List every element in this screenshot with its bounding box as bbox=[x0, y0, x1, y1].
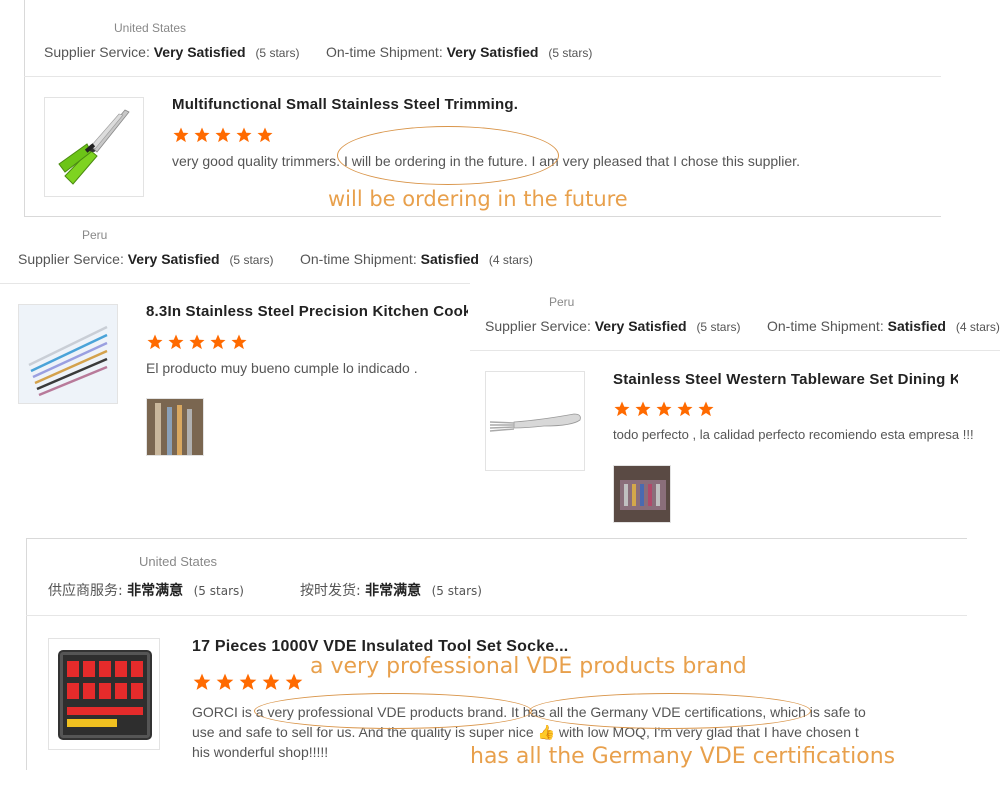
reviewer-country: Peru bbox=[82, 228, 108, 242]
supplier-service-value: Very Satisfied bbox=[594, 318, 687, 334]
supplier-service-value: Very Satisfied bbox=[127, 251, 220, 267]
card-border-bottom bbox=[24, 216, 941, 217]
star-icon bbox=[216, 673, 234, 690]
star-icon bbox=[262, 673, 280, 690]
star-icon bbox=[194, 127, 210, 143]
trimmer-product-image[interactable] bbox=[44, 97, 144, 197]
star-icon bbox=[257, 127, 273, 143]
star-icon bbox=[147, 334, 163, 350]
review-photo[interactable] bbox=[613, 465, 671, 523]
product-title[interactable]: Multifunctional Small Stainless Steel Tr… bbox=[172, 96, 517, 113]
supplier-service-label: Supplier Service: bbox=[18, 251, 124, 267]
rating-stars bbox=[172, 126, 274, 144]
tool-set-product-image[interactable] bbox=[48, 638, 160, 750]
highlight-ellipse bbox=[254, 693, 532, 729]
star-icon bbox=[193, 673, 211, 690]
shipment-value: Very Satisfied bbox=[446, 44, 539, 60]
divider bbox=[0, 283, 470, 284]
reviewer-country: Peru bbox=[549, 295, 575, 309]
supplier-service-stars: (5 stars) bbox=[696, 320, 741, 334]
supplier-service-stars: (5 stars) bbox=[229, 253, 274, 267]
shipment-label: On-time Shipment: bbox=[767, 318, 884, 334]
review-text: todo perfecto , la calidad perfecto reco… bbox=[613, 427, 974, 442]
rating-stars bbox=[146, 333, 248, 351]
shipment-label: 按时发货: bbox=[300, 583, 361, 599]
shipment-rating: On-time Shipment: Satisfied (4 stars) bbox=[767, 318, 1000, 334]
shipment-rating: On-time Shipment: Very Satisfied (5 star… bbox=[326, 44, 592, 60]
highlight-ellipse bbox=[529, 693, 811, 729]
shipment-value: Satisfied bbox=[887, 318, 946, 334]
product-title[interactable]: 8.3In Stainless Steel Precision Kitchen … bbox=[146, 303, 468, 320]
star-icon bbox=[173, 127, 189, 143]
supplier-service-rating: Supplier Service: Very Satisfied (5 star… bbox=[18, 251, 273, 267]
star-icon bbox=[698, 401, 714, 417]
card-border-left bbox=[26, 538, 27, 770]
supplier-service-value: Very Satisfied bbox=[153, 44, 246, 60]
supplier-service-label: Supplier Service: bbox=[485, 318, 591, 334]
supplier-service-rating: Supplier Service: Very Satisfied (5 star… bbox=[485, 318, 740, 334]
supplier-service-stars: (5 stars) bbox=[255, 46, 300, 60]
shipment-stars: (4 stars) bbox=[488, 253, 533, 267]
rating-stars bbox=[613, 400, 715, 418]
shipment-value: 非常满意 bbox=[365, 583, 422, 599]
shipment-value: Satisfied bbox=[420, 251, 479, 267]
kitchen-tweezers-product-image[interactable] bbox=[18, 304, 118, 404]
star-icon bbox=[239, 673, 257, 690]
reviewer-country: United States bbox=[139, 554, 218, 569]
star-icon bbox=[285, 673, 303, 690]
rating-stars bbox=[192, 672, 304, 692]
product-title[interactable]: Stainless Steel Western Tableware Set Di… bbox=[613, 371, 958, 388]
review-line: use and safe to sell for us. And the qua… bbox=[192, 724, 859, 740]
divider bbox=[470, 350, 1000, 351]
shipment-stars: (5 stars) bbox=[548, 46, 593, 60]
annotation-text: has all the Germany VDE certifications bbox=[470, 744, 896, 769]
supplier-service-value: 非常满意 bbox=[127, 583, 184, 599]
star-icon bbox=[236, 127, 252, 143]
divider bbox=[26, 615, 967, 616]
star-icon bbox=[231, 334, 247, 350]
star-icon bbox=[635, 401, 651, 417]
shipment-stars: (5 stars) bbox=[431, 584, 482, 598]
star-icon bbox=[677, 401, 693, 417]
star-icon bbox=[210, 334, 226, 350]
star-icon bbox=[215, 127, 231, 143]
reviewer-country: United States bbox=[114, 21, 187, 35]
annotation-text: a very professional VDE products brand bbox=[310, 654, 747, 679]
highlight-ellipse bbox=[337, 126, 559, 185]
supplier-service-rating: 供应商服务: 非常满意 (5 stars) bbox=[48, 580, 244, 600]
shipment-label: On-time Shipment: bbox=[326, 44, 443, 60]
star-icon bbox=[656, 401, 672, 417]
supplier-service-stars: (5 stars) bbox=[193, 584, 244, 598]
supplier-service-label: Supplier Service: bbox=[44, 44, 150, 60]
supplier-service-label: 供应商服务: bbox=[48, 583, 123, 599]
card-border-left bbox=[24, 0, 25, 216]
review-text: El producto muy bueno cumple lo indicado… bbox=[146, 360, 418, 376]
shipment-rating: 按时发货: 非常满意 (5 stars) bbox=[300, 580, 482, 600]
card-border-top bbox=[26, 538, 967, 539]
star-icon bbox=[168, 334, 184, 350]
shipment-label: On-time Shipment: bbox=[300, 251, 417, 267]
shipment-rating: On-time Shipment: Satisfied (4 stars) bbox=[300, 251, 533, 267]
shipment-stars: (4 stars) bbox=[955, 320, 1000, 334]
annotation-text: will be ordering in the future bbox=[328, 187, 628, 211]
fork-product-image[interactable] bbox=[485, 371, 585, 471]
star-icon bbox=[189, 334, 205, 350]
review-photo[interactable] bbox=[146, 398, 204, 456]
star-icon bbox=[614, 401, 630, 417]
supplier-service-rating: Supplier Service: Very Satisfied (5 star… bbox=[44, 44, 299, 60]
divider bbox=[24, 76, 941, 77]
